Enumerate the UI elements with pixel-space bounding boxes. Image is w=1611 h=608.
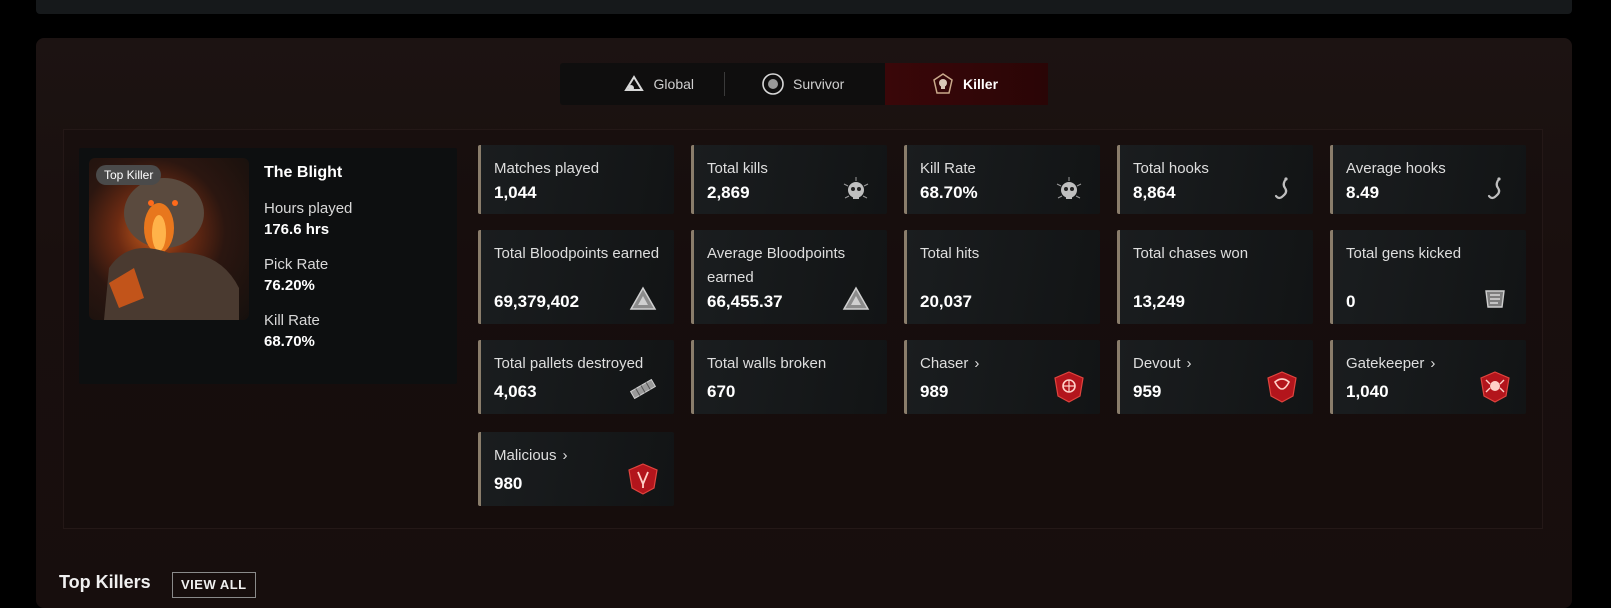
role-tabs: Global Survivor Killer (560, 63, 1048, 105)
skull-icon (839, 174, 873, 208)
stat-value: 2,869 (707, 183, 750, 202)
chevron-right-icon: › (1186, 355, 1192, 372)
tab-survivor-label: Survivor (793, 76, 845, 92)
stat-value: 8.49 (1346, 183, 1380, 202)
global-icon (622, 72, 646, 96)
stat-matches-played: Matches played 1,044 (478, 145, 674, 214)
devout-emblem-icon (1265, 370, 1299, 404)
stat-chaser-emblem[interactable]: Chaser › 989 (904, 340, 1100, 414)
stat-average-hooks: Average hooks 8.49 (1330, 145, 1526, 214)
hook-icon (1478, 174, 1512, 208)
top-bar (36, 0, 1572, 14)
stat-value: 989 (920, 382, 949, 401)
stat-value: 670 (707, 382, 736, 401)
stat-value: 13,249 (1133, 292, 1185, 311)
stat-total-bloodpoints: Total Bloodpoints earned 69,379,402 (478, 230, 674, 324)
pick-rate-value: 76.20% (264, 277, 315, 294)
bloodpoints-icon (839, 282, 873, 316)
stat-value: 8,864 (1133, 183, 1176, 202)
skull-icon (1052, 174, 1086, 208)
stat-total-pallets-destroyed: Total pallets destroyed 4,063 (478, 340, 674, 414)
killer-name: The Blight (264, 164, 343, 181)
stat-value: 4,063 (494, 382, 537, 401)
chevron-right-icon: › (562, 447, 568, 464)
stat-value: 980 (494, 474, 523, 493)
stat-average-bloodpoints: Average Bloodpoints earned 66,455.37 (691, 230, 887, 324)
generator-icon (1478, 282, 1512, 316)
malicious-emblem-icon (626, 462, 660, 496)
bloodpoints-icon (626, 282, 660, 316)
stats-panel: Global Survivor Killer Top Killer The Bl… (36, 38, 1572, 608)
stat-value: 0 (1346, 292, 1356, 311)
pallet-icon (626, 372, 660, 406)
stat-total-hits: Total hits 20,037 (904, 230, 1100, 324)
stat-label: Total chases won (1133, 245, 1249, 262)
stat-value: 959 (1133, 382, 1162, 401)
top-killer-card[interactable]: Top Killer The Blight Hours played 176.6… (79, 148, 457, 384)
kill-rate-value: 68.70% (264, 333, 315, 350)
hook-icon (1265, 174, 1299, 208)
kill-rate-label: Kill Rate (264, 312, 320, 329)
stat-devout-emblem[interactable]: Devout › 959 (1117, 340, 1313, 414)
survivor-icon (761, 72, 785, 96)
stat-label: Total walls broken (707, 355, 827, 372)
stat-label: Matches played (494, 160, 600, 177)
stat-total-gens-kicked: Total gens kicked 0 (1330, 230, 1526, 324)
section-title: Top Killers (59, 572, 151, 592)
tab-survivor[interactable]: Survivor (725, 63, 885, 105)
stat-value: 66,455.37 (707, 292, 783, 311)
stat-value: 20,037 (920, 292, 972, 311)
tab-killer-label: Killer (963, 76, 999, 92)
tab-killer[interactable]: Killer (885, 63, 1048, 105)
chevron-right-icon: › (1430, 355, 1436, 372)
stat-label: Total Bloodpoints earned (494, 245, 660, 262)
stat-total-hooks: Total hooks 8,864 (1117, 145, 1313, 214)
killer-info: The Blight Hours played 176.6 hrs Pick R… (264, 164, 449, 368)
stat-label: Total hits (920, 245, 980, 262)
stat-label: Total gens kicked (1346, 245, 1462, 262)
stat-total-kills: Total kills 2,869 (691, 145, 887, 214)
stat-value: 69,379,402 (494, 292, 580, 311)
view-all-button[interactable]: VIEW ALL (172, 572, 256, 598)
hours-played-label: Hours played (264, 200, 353, 217)
stat-kill-rate: Kill Rate 68.70% (904, 145, 1100, 214)
pick-rate-label: Pick Rate (264, 256, 329, 273)
stat-value: 1,040 (1346, 382, 1389, 401)
stat-total-chases-won: Total chases won 13,249 (1117, 230, 1313, 324)
killer-skull-icon (931, 72, 955, 96)
stat-gatekeeper-emblem[interactable]: Gatekeeper › 1,040 (1330, 340, 1526, 414)
chevron-right-icon: › (974, 355, 980, 372)
gatekeeper-emblem-icon (1478, 370, 1512, 404)
stat-value: 68.70% (920, 183, 978, 202)
top-killer-badge: Top Killer (96, 165, 162, 185)
stat-total-walls-broken: Total walls broken 670 (691, 340, 887, 414)
chaser-emblem-icon (1052, 370, 1086, 404)
hours-played-value: 176.6 hrs (264, 221, 330, 238)
stat-malicious-emblem[interactable]: Malicious › 980 (478, 432, 674, 506)
stat-value: 1,044 (494, 183, 537, 202)
tab-global[interactable]: Global (560, 72, 725, 96)
tab-global-label: Global (653, 76, 694, 92)
